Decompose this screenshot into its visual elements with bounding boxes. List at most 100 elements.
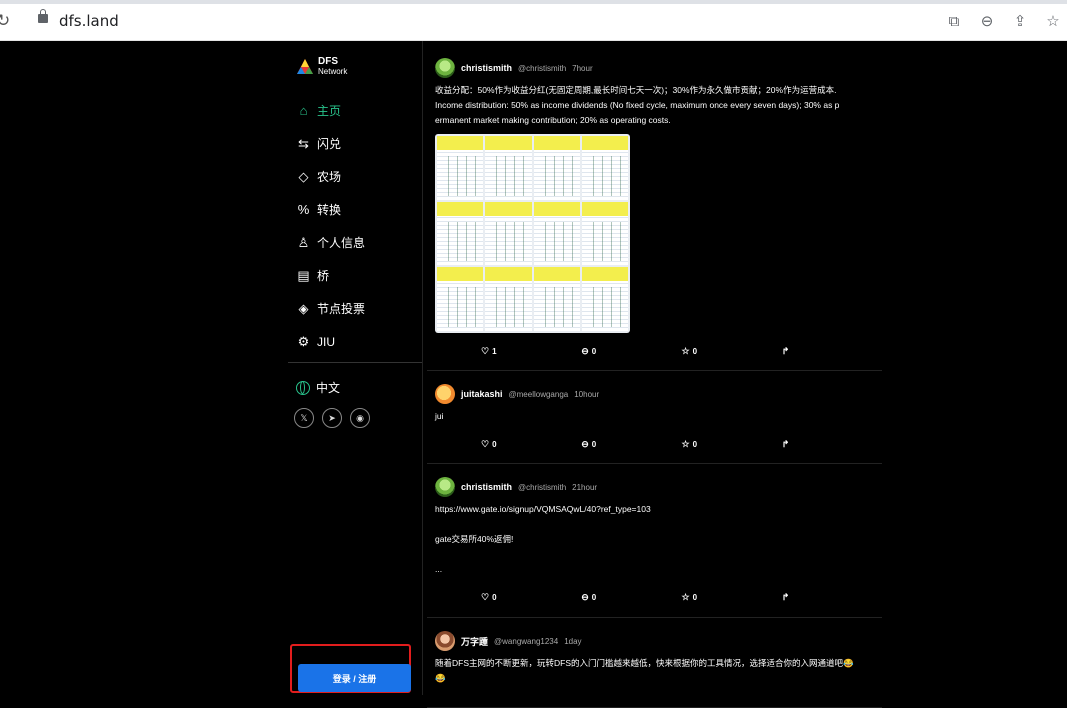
post-header: 万字踵 @wangwang1234 1day [427, 630, 882, 652]
comment-count: 0 [591, 592, 597, 602]
avatar[interactable] [435, 384, 455, 404]
star-count: 0 [692, 592, 698, 602]
post-handle: @meellowganga [508, 389, 569, 399]
social-links: 𝕏 ➤ ◉ [294, 408, 370, 428]
nav-item-6[interactable]: ◈ 节点投票 [296, 292, 366, 325]
login-highlight-box: 登录 / 注册 [290, 644, 411, 693]
nav-item-3[interactable]: % 转换 [296, 193, 365, 226]
bridge-icon: ▤ [297, 267, 310, 283]
nav-item-5[interactable]: ▤ 桥 [296, 259, 365, 292]
telegram-icon[interactable]: ➤ [322, 408, 342, 428]
post-text-line: 😂 [435, 673, 446, 683]
post-text-line: jui [435, 411, 444, 421]
nav-item-7[interactable]: ⚙ JIU [296, 325, 365, 358]
post-username[interactable]: christismith [461, 63, 512, 73]
share-arrow-icon: ↱ [781, 591, 790, 602]
login-register-button[interactable]: 登录 / 注册 [298, 664, 411, 692]
post-text-line: ermanent market making contribution; 20%… [435, 115, 671, 125]
post-actions: ♡ 0 ⊖ 0 ☆ 0 ↱ [427, 585, 882, 609]
bookmark-star-icon[interactable]: ☆ [1043, 11, 1063, 31]
lock-icon[interactable] [38, 9, 48, 23]
home-icon: ⌂ [299, 103, 308, 118]
share-arrow-icon: ↱ [781, 345, 790, 356]
share-button[interactable]: ↱ [782, 439, 882, 450]
sidebar-divider [288, 362, 422, 363]
diamond-icon: ◇ [298, 168, 309, 184]
post-handle: @wangwang1234 [494, 636, 559, 646]
user-icon: ♙ [297, 234, 310, 250]
dfs-logo[interactable]: DFS Network [296, 57, 347, 76]
post-text-line: Income distribution: 50% as income divid… [435, 100, 840, 110]
nav-item-4[interactable]: ♙ 个人信息 [296, 226, 365, 259]
comment-button[interactable]: ⊖ 0 [581, 346, 681, 357]
post-body: https://www.gate.io/signup/VQMSAQwL/40?r… [427, 498, 882, 577]
brand-name: DFS [318, 56, 338, 67]
like-button[interactable]: ♡ 0 [481, 439, 581, 450]
nav-item-label: 转换 [317, 203, 342, 217]
heart-icon: ♡ [481, 438, 490, 449]
post-time: 7hour [572, 63, 593, 73]
post-feed: christismith @christismith 7hour 收益分配：50%作为… [427, 41, 882, 708]
star-icon: ☆ [681, 345, 690, 356]
nav-item-label: 桥 [317, 269, 330, 283]
nav-item-label: 闪兑 [317, 137, 342, 151]
zoom-icon[interactable]: ⊖ [977, 11, 997, 31]
share-icon[interactable]: ⇪ [1010, 11, 1030, 31]
swap-arrows-icon: ⇆ [298, 135, 309, 151]
post-card[interactable]: christismith @christismith 7hour 收益分配：50%作为… [427, 41, 882, 371]
post-time: 1day [564, 636, 582, 646]
nav-item-0[interactable]: ⌂ 主页 [296, 94, 365, 127]
post-card[interactable]: christismith @christismith 21hour https://w… [427, 464, 882, 618]
browser-toolbar: ↻ dfs.land ⧉ ⊖ ⇪ ☆ [0, 0, 1067, 41]
favorite-button[interactable]: ☆ 0 [682, 439, 782, 450]
share-button[interactable]: ↱ [782, 346, 882, 357]
post-username[interactable]: christismith [461, 482, 512, 492]
like-button[interactable]: ♡ 1 [481, 346, 581, 357]
post-text-line: https://www.gate.io/signup/VQMSAQwL/40?r… [435, 504, 651, 514]
nav-item-label: 农场 [317, 170, 342, 184]
language-label: 中文 [316, 381, 341, 395]
nav-item-2[interactable]: ◇ 农场 [296, 160, 365, 193]
share-button[interactable]: ↱ [782, 592, 882, 603]
post-image[interactable] [435, 134, 630, 333]
post-username[interactable]: juitakashi [461, 389, 503, 399]
like-count: 1 [492, 346, 497, 356]
language-switch[interactable]: 中文 [296, 379, 340, 396]
main-nav: ⌂ 主页 ⇆ 闪兑 ◇ 农场% 转换 ♙ 个人信息 ▤ 桥 ◈ 节点投票 ⚙ JIU [296, 94, 365, 358]
nav-item-label: JIU [317, 334, 335, 349]
reload-icon[interactable]: ↻ [0, 11, 10, 31]
comment-button[interactable]: ⊖ 0 [581, 592, 681, 603]
url-text[interactable]: dfs.land [59, 12, 119, 30]
post-handle: @christismith [518, 63, 567, 73]
comment-count: 0 [591, 439, 597, 449]
comment-button[interactable]: ⊖ 0 [581, 439, 681, 450]
post-text-line: ... [435, 564, 443, 574]
favorite-button[interactable]: ☆ 0 [682, 346, 782, 357]
post-time: 10hour [574, 389, 600, 399]
post-card[interactable]: juitakashi @meellowganga 10hour jui ♡ 0 ⊖ 0 ☆ 0 ↱ [427, 371, 882, 464]
jiu-icon: ⚙ [297, 333, 310, 349]
post-text-line: gate交易所40%返佣! [435, 534, 514, 544]
post-username[interactable]: 万字踵 [461, 635, 488, 648]
share-arrow-icon: ↱ [781, 438, 790, 449]
post-text-line: 收益分配：50%作为收益分红(无固定周期,最长时间七天一次)；30%作为永久做市… [435, 85, 837, 95]
address-bar[interactable] [25, 5, 1065, 37]
open-in-app-icon[interactable]: ⧉ [944, 11, 964, 31]
comment-icon: ⊖ [581, 345, 589, 356]
avatar[interactable] [435, 477, 455, 497]
post-header: christismith @christismith 21hour [427, 476, 882, 498]
avatar[interactable] [435, 58, 455, 78]
comment-icon: ⊖ [581, 591, 589, 602]
post-header: christismith @christismith 7hour [427, 57, 882, 79]
avatar[interactable] [435, 631, 455, 651]
discord-icon[interactable]: ◉ [350, 408, 370, 428]
nav-item-label: 个人信息 [317, 236, 366, 250]
post-time: 21hour [572, 482, 598, 492]
like-button[interactable]: ♡ 0 [481, 592, 581, 603]
star-icon: ☆ [681, 591, 690, 602]
post-header: juitakashi @meellowganga 10hour [427, 383, 882, 405]
x-twitter-icon[interactable]: 𝕏 [294, 408, 314, 428]
comment-count: 0 [591, 346, 597, 356]
nav-item-1[interactable]: ⇆ 闪兑 [296, 127, 365, 160]
favorite-button[interactable]: ☆ 0 [682, 592, 782, 603]
